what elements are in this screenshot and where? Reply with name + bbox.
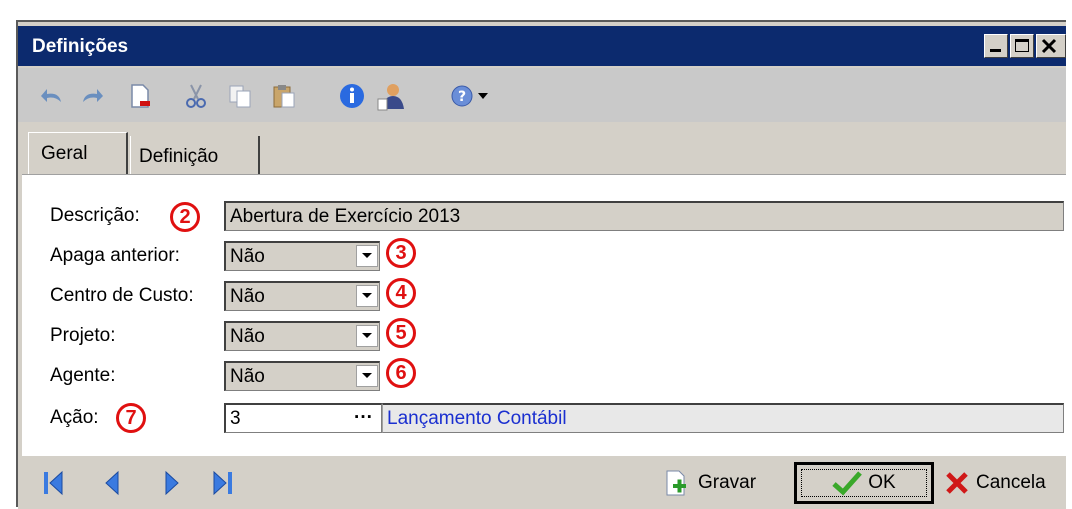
callout-badge-2: 2	[170, 202, 200, 232]
cancela-button[interactable]: Cancela	[944, 462, 1064, 504]
focus-outline	[801, 469, 927, 497]
agente-label: Agente:	[50, 365, 116, 386]
toolbar: ?	[18, 68, 1066, 122]
definicoes-window: Definições ? Geral Definição Descrição: …	[16, 20, 1066, 509]
chevron-down-icon[interactable]	[356, 325, 378, 347]
apaga-anterior-label: Apaga anterior:	[50, 245, 180, 266]
callout-badge-5: 5	[386, 318, 416, 348]
centro-custo-select[interactable]: Não	[224, 281, 380, 311]
callout-badge-3: 3	[386, 238, 416, 268]
acao-input[interactable]: 3 ···	[224, 403, 382, 433]
chevron-down-icon[interactable]	[356, 285, 378, 307]
next-record-icon[interactable]	[162, 470, 186, 496]
maximize-icon	[1015, 39, 1029, 52]
tab-geral[interactable]: Geral	[28, 132, 128, 174]
new-document-icon[interactable]	[126, 82, 154, 110]
centro-custo-label: Centro de Custo:	[50, 285, 194, 306]
title-bar[interactable]: Definições	[18, 26, 1066, 66]
tab-definicao-label: Definição	[139, 146, 219, 167]
save-icon	[666, 470, 686, 496]
gravar-label: Gravar	[698, 472, 757, 493]
window-title: Definições	[32, 36, 129, 57]
tab-definicao[interactable]: Definição	[130, 136, 260, 178]
projeto-value: Não	[230, 325, 265, 347]
copy-icon[interactable]	[226, 82, 254, 110]
acao-label: Ação:	[50, 407, 99, 428]
ok-button[interactable]: OK	[794, 462, 934, 504]
previous-record-icon[interactable]	[102, 470, 126, 496]
close-icon	[1041, 38, 1057, 54]
minimize-icon	[990, 49, 1001, 52]
centro-custo-value: Não	[230, 285, 265, 307]
undo-icon[interactable]	[38, 82, 66, 110]
gravar-button[interactable]: Gravar	[664, 462, 774, 504]
projeto-select[interactable]: Não	[224, 321, 380, 351]
last-record-icon[interactable]	[212, 470, 236, 496]
tab-geral-label: Geral	[41, 142, 88, 164]
help-dropdown-chevron-icon[interactable]	[474, 82, 492, 110]
callout-badge-7: 7	[116, 403, 146, 433]
chevron-down-icon[interactable]	[356, 365, 378, 387]
bottom-bar: Gravar OK Cancela	[18, 456, 1066, 509]
user-icon[interactable]	[376, 82, 404, 111]
form-panel: Descrição: 2 Abertura de Exercício 2013 …	[22, 174, 1066, 457]
apaga-anterior-select[interactable]: Não	[224, 241, 380, 271]
first-record-icon[interactable]	[42, 470, 66, 496]
cancel-x-icon	[946, 472, 968, 494]
cut-icon[interactable]	[182, 82, 210, 110]
cancela-label: Cancela	[976, 472, 1046, 493]
maximize-button[interactable]	[1010, 34, 1034, 58]
apaga-anterior-value: Não	[230, 245, 265, 267]
agente-select[interactable]: Não	[224, 361, 380, 391]
chevron-down-icon[interactable]	[356, 245, 378, 267]
projeto-label: Projeto:	[50, 325, 116, 346]
help-icon[interactable]: ?	[448, 82, 476, 110]
descricao-field[interactable]: Abertura de Exercício 2013	[224, 201, 1064, 231]
tab-bar: Geral Definição	[18, 126, 1066, 178]
close-button[interactable]	[1036, 34, 1066, 58]
paste-icon[interactable]	[270, 82, 298, 110]
svg-text:?: ?	[458, 89, 466, 105]
callout-badge-4: 4	[386, 278, 416, 308]
callout-badge-6: 6	[386, 358, 416, 388]
redo-icon[interactable]	[78, 82, 106, 110]
info-icon[interactable]	[338, 82, 366, 110]
descricao-label: Descrição:	[50, 205, 140, 226]
acao-lookup-button[interactable]: ···	[354, 407, 373, 429]
agente-value: Não	[230, 365, 265, 387]
minimize-button[interactable]	[984, 34, 1008, 58]
acao-description: Lançamento Contábil	[382, 403, 1064, 433]
acao-value: 3	[230, 407, 241, 429]
